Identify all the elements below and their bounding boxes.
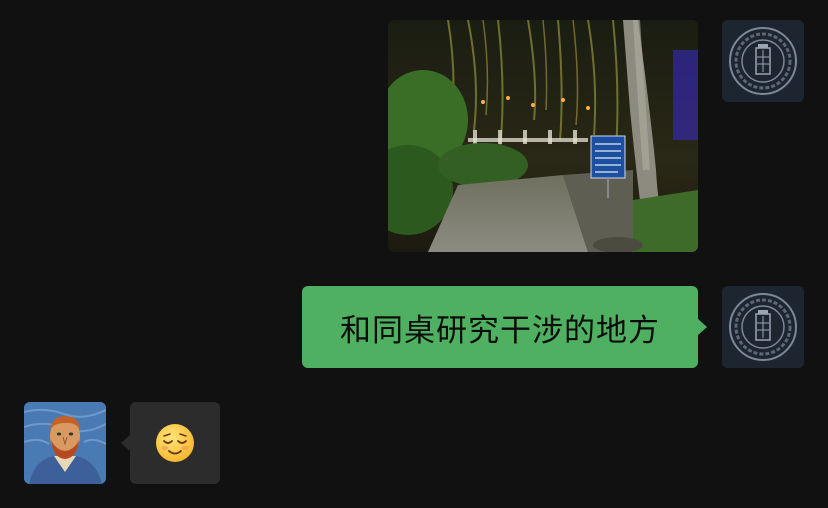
van-gogh-portrait-icon xyxy=(24,402,106,484)
message-text: 和同桌研究干涉的地方 xyxy=(340,312,660,349)
my-avatar[interactable] xyxy=(722,20,804,102)
relieved-face-icon xyxy=(156,424,194,462)
tardis-seal-icon xyxy=(722,20,804,102)
message-bubble-emoji[interactable] xyxy=(121,402,220,484)
night-park-photo-icon xyxy=(388,20,698,252)
my-avatar[interactable] xyxy=(722,286,804,368)
message-bubble-text[interactable]: 和同桌研究干涉的地方 xyxy=(302,286,707,368)
contact-avatar[interactable] xyxy=(24,402,106,484)
tardis-seal-icon xyxy=(722,286,804,368)
message-image[interactable] xyxy=(388,20,698,252)
